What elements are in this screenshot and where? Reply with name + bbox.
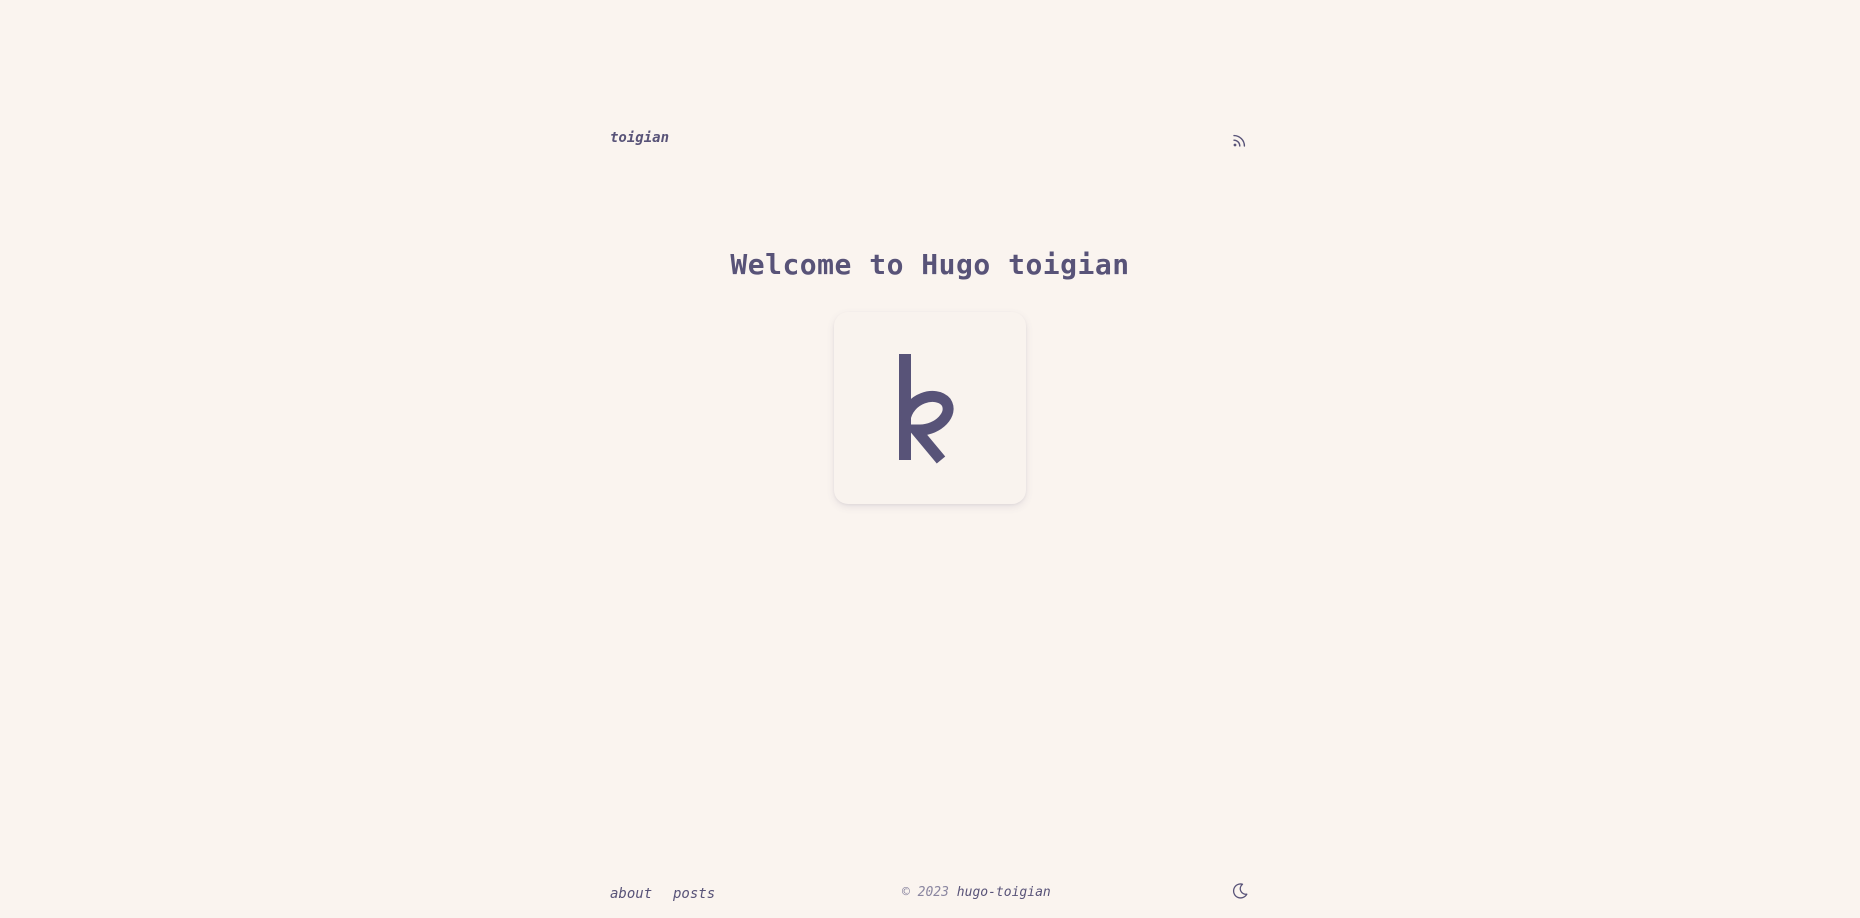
theme-toggle-button[interactable] <box>1231 882 1249 900</box>
copyright-owner-link[interactable]: hugo-toigian <box>957 885 1051 900</box>
k-logo-icon <box>899 354 954 464</box>
footer-link-about[interactable]: about <box>610 886 652 902</box>
rss-icon <box>1233 134 1246 147</box>
moon-icon <box>1232 883 1248 899</box>
rss-feed-link[interactable] <box>1232 132 1248 148</box>
page: toigian Welcome to Hugo toigian about po… <box>0 0 1860 918</box>
copyright: © 2023 hugo-toigian <box>902 885 1051 900</box>
logo-card <box>834 312 1026 504</box>
footer-link-posts[interactable]: posts <box>673 886 715 902</box>
copyright-year: © 2023 <box>902 885 949 900</box>
page-title: Welcome to Hugo toigian <box>730 248 1130 281</box>
site-title-link[interactable]: toigian <box>610 130 669 146</box>
